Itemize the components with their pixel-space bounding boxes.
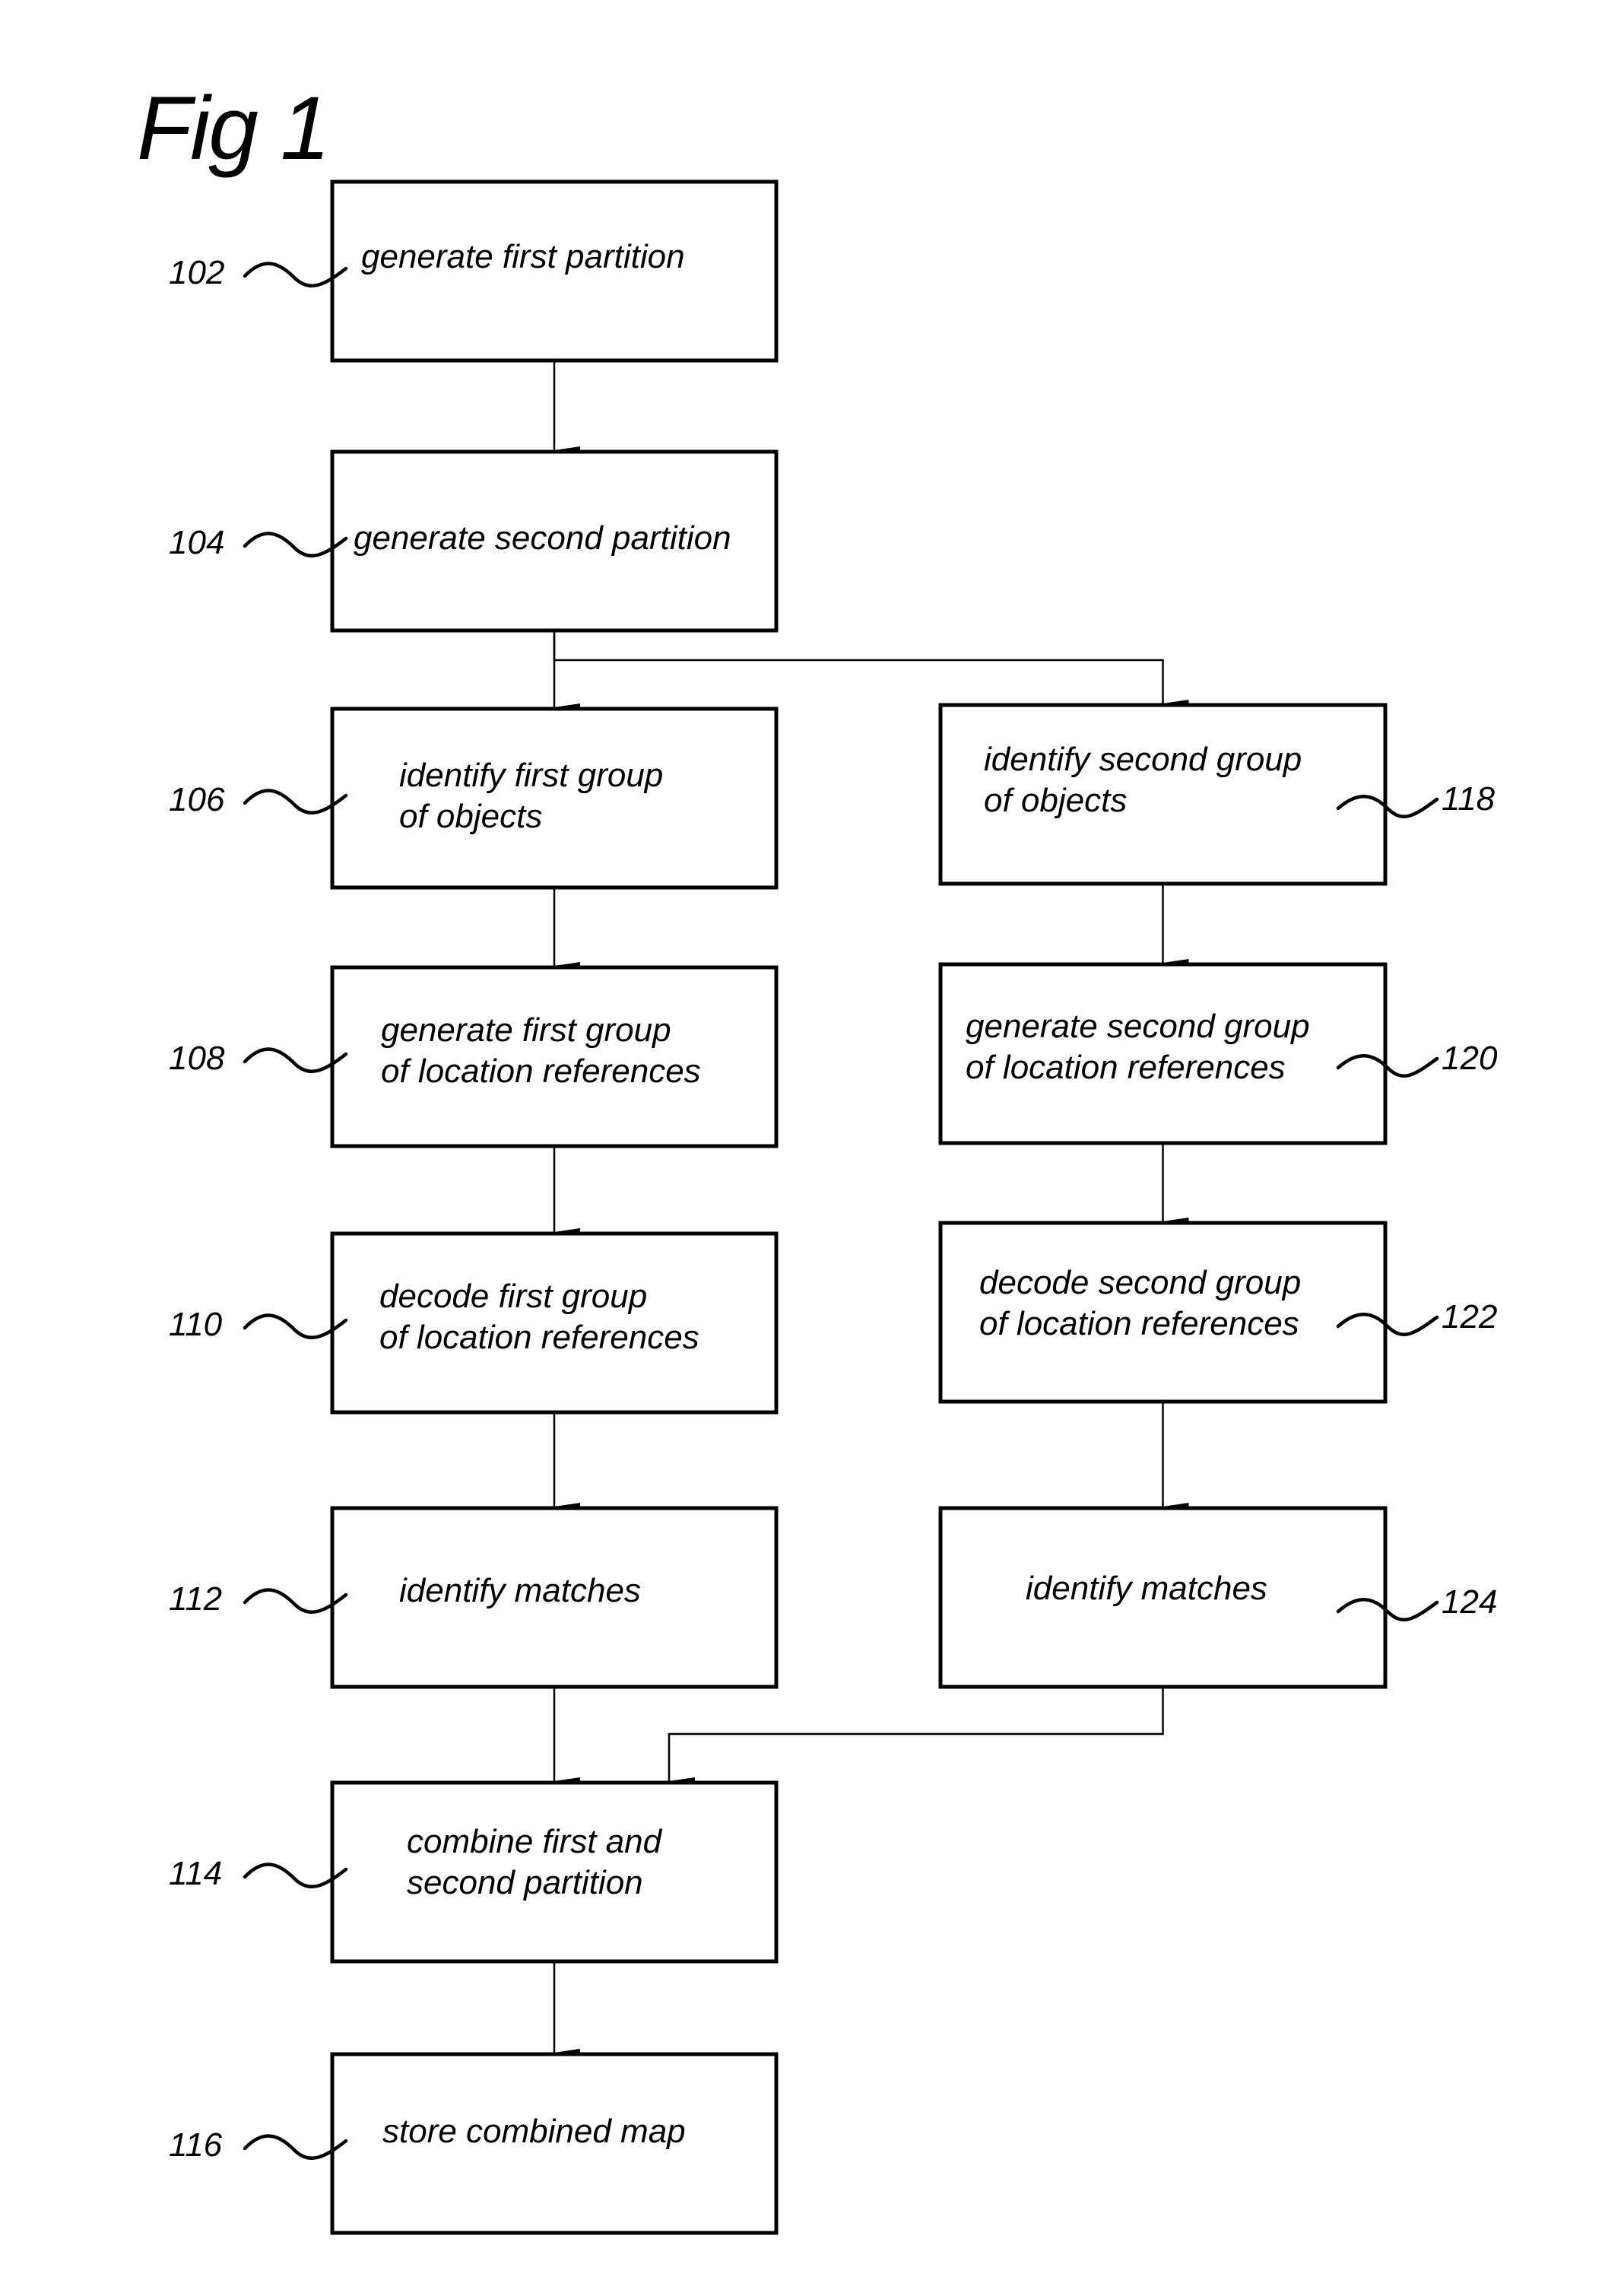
step-110: decode first group of location references	[330, 1231, 779, 1415]
step-label: decode first group	[379, 1278, 647, 1315]
step-118: identify second group of objects	[938, 703, 1388, 886]
step-label: identify matches	[1026, 1570, 1267, 1607]
reference-104: 104	[169, 524, 348, 561]
reference-108: 108	[169, 1040, 348, 1077]
reference-102: 102	[169, 254, 348, 291]
step-120: generate second group of location referen…	[938, 962, 1388, 1145]
step-label: identify matches	[399, 1572, 641, 1609]
step-boxes: generate first partition generate second …	[330, 179, 1388, 2235]
connector-124-114	[668, 1687, 1164, 1785]
step-label: generate second group	[966, 1008, 1310, 1045]
step-108: generate first group of location referenc…	[330, 965, 779, 1148]
reference-112: 112	[169, 1580, 348, 1618]
reference-number: 110	[169, 1306, 223, 1343]
step-106: identify first group of objects	[330, 707, 779, 890]
step-label: identify first group	[399, 757, 663, 794]
step-label: of objects	[984, 782, 1127, 819]
reference-number: 102	[169, 254, 224, 291]
step-label: generate first partition	[361, 238, 685, 275]
reference-number: 116	[169, 2126, 223, 2164]
reference-number: 122	[1442, 1298, 1497, 1335]
step-label: generate first group	[381, 1011, 671, 1049]
step-114: combine first and second partition	[330, 1780, 779, 1964]
reference-number: 112	[169, 1580, 222, 1618]
reference-106: 106	[169, 781, 348, 818]
reference-number: 120	[1442, 1040, 1498, 1077]
step-label: of location references	[979, 1305, 1299, 1342]
reference-110: 110	[169, 1306, 348, 1343]
reference-number: 114	[169, 1855, 222, 1892]
flowchart: generate first partition generate second …	[169, 179, 1498, 2235]
step-label: identify second group	[984, 741, 1302, 778]
step-label: combine first and	[407, 1823, 663, 1860]
reference-114: 114	[169, 1855, 348, 1892]
step-104: generate second partition	[330, 449, 779, 633]
reference-number: 124	[1442, 1583, 1497, 1621]
step-124: identify matches	[938, 1506, 1388, 1689]
step-label: of location references	[381, 1053, 701, 1090]
step-102: generate first partition	[330, 179, 779, 363]
connector-104-118	[553, 630, 1189, 707]
step-label: generate second partition	[354, 519, 731, 557]
reference-number: 108	[169, 1040, 225, 1077]
step-116: store combined map	[330, 2052, 779, 2235]
reference-116: 116	[169, 2126, 348, 2164]
reference-number: 104	[169, 524, 224, 561]
step-112: identify matches	[330, 1506, 779, 1689]
reference-number: 106	[169, 781, 225, 818]
step-label: of location references	[966, 1049, 1286, 1086]
step-label: of objects	[399, 798, 542, 835]
reference-number: 118	[1442, 780, 1496, 818]
step-label: store combined map	[382, 2113, 686, 2150]
step-label: of location references	[379, 1319, 699, 1356]
step-label: decode second group	[979, 1264, 1301, 1301]
step-label: second partition	[407, 1864, 643, 1901]
step-122: decode second group of location reference…	[938, 1221, 1388, 1404]
